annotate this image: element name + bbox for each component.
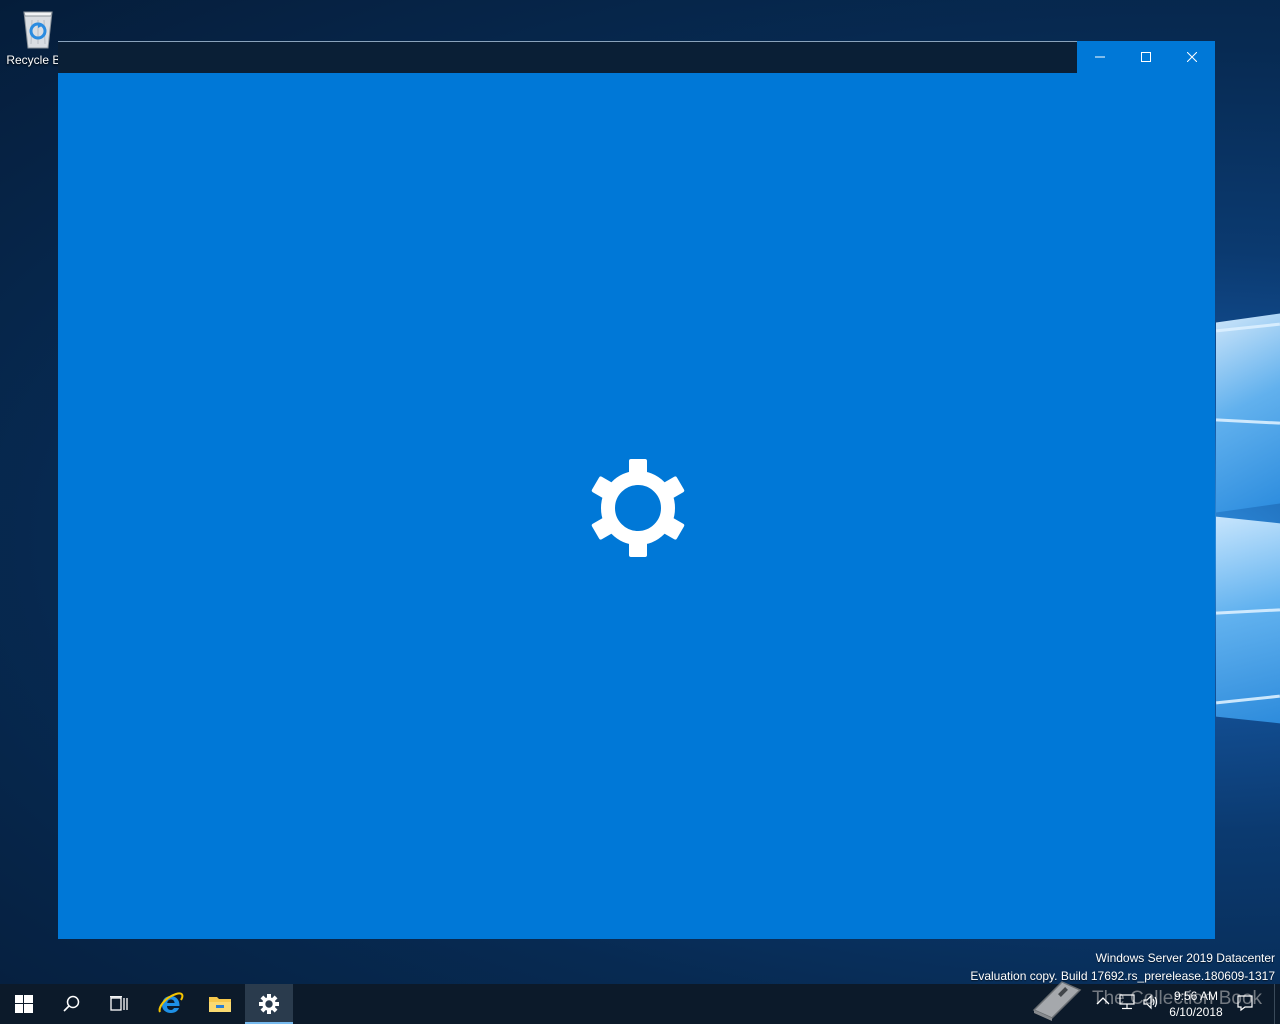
task-view-icon (110, 996, 128, 1011)
os-watermark: Windows Server 2019 Datacenter Evaluatio… (970, 949, 1275, 985)
windows-start-icon (15, 995, 33, 1013)
recycle-bin-icon (23, 11, 53, 49)
window-caption-buttons (1077, 41, 1215, 73)
search-icon (63, 995, 80, 1012)
settings-taskbar-button[interactable] (245, 984, 293, 1024)
taskbar (0, 984, 1280, 1024)
chevron-up-icon[interactable] (1096, 996, 1110, 1006)
close-icon (1187, 52, 1197, 62)
volume-icon[interactable] (1142, 994, 1160, 1010)
show-desktop-button[interactable] (1274, 984, 1280, 1024)
internet-explorer-button[interactable] (147, 984, 195, 1024)
close-button[interactable] (1169, 41, 1215, 73)
internet-explorer-icon (158, 992, 184, 1013)
start-button[interactable] (0, 984, 48, 1024)
maximize-button[interactable] (1123, 41, 1169, 73)
watermark-edition: Windows Server 2019 Datacenter (1095, 951, 1275, 965)
notification-icon[interactable] (1236, 994, 1254, 1012)
maximize-icon (1141, 52, 1151, 62)
search-button[interactable] (48, 984, 96, 1024)
clock-time: 9:56 AM (1173, 989, 1219, 1003)
gear-icon (591, 459, 685, 557)
windows-logo-pane-top (1216, 313, 1280, 513)
windows-logo-pane-bottom (1216, 516, 1280, 724)
clock-date: 6/10/2018 (1169, 1005, 1223, 1019)
settings-gear-icon (259, 994, 279, 1014)
collection-book-logo-icon (1032, 981, 1082, 1021)
network-icon[interactable] (1118, 994, 1136, 1010)
taskbar-clock[interactable]: 9:56 AM 6/10/2018 (1162, 988, 1230, 1020)
file-explorer-button[interactable] (196, 984, 244, 1024)
minimize-icon (1095, 56, 1105, 58)
task-view-button[interactable] (96, 984, 144, 1024)
file-explorer-icon (209, 997, 231, 1012)
watermark-build: Evaluation copy. Build 17692.rs_prerelea… (970, 969, 1275, 983)
minimize-button[interactable] (1077, 41, 1123, 73)
window-titlebar[interactable] (58, 41, 1078, 74)
